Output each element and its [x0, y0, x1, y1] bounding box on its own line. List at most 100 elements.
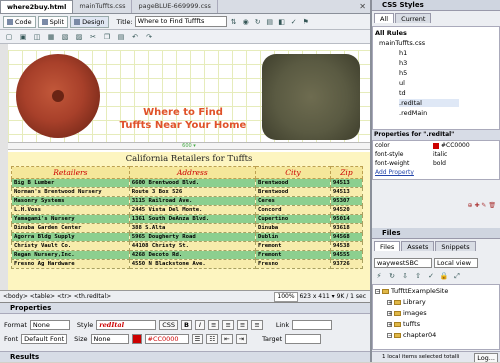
size-select[interactable]: None — [90, 334, 129, 344]
print-icon[interactable]: ▨ — [74, 32, 84, 42]
cell-city[interactable]: Concord — [254, 205, 331, 215]
cell-city[interactable]: Fresno — [254, 259, 331, 269]
table-width-indicator[interactable]: 600 ▾ — [8, 142, 370, 150]
tag-selector[interactable]: <body> <table> <tr> <th.redItal> — [3, 293, 111, 300]
cell-zip[interactable]: 94538 — [329, 241, 364, 251]
cell-city[interactable]: Brentwood — [254, 178, 331, 188]
cell-address[interactable]: 4268 Decoto Rd. — [128, 250, 256, 260]
green-square-pillow-image[interactable] — [262, 54, 360, 140]
tab-assets[interactable]: Assets — [401, 241, 435, 251]
red-round-pillow-image[interactable] — [16, 54, 100, 138]
color-swatch[interactable] — [131, 334, 142, 344]
cell-zip[interactable]: 94513 — [329, 178, 364, 188]
header-retailers[interactable]: Retailers — [11, 166, 130, 179]
page-headline[interactable]: Where to Find Tuffts Near Your Home — [108, 106, 258, 132]
justify-icon[interactable]: ≡ — [251, 320, 263, 330]
cell-address[interactable]: 2445 Vista Del Monte. — [128, 205, 256, 215]
align-right-icon[interactable]: ≡ — [236, 320, 249, 330]
zoom-select[interactable]: 100% — [274, 292, 298, 302]
table-title[interactable]: California Retailers for Tuffts — [8, 152, 370, 166]
doc-tab-pageblue[interactable]: pageBLUE-669999.css — [132, 0, 218, 13]
prop-fontweight-name[interactable]: font-weight — [375, 160, 409, 167]
doc-tab-maintuffts[interactable]: mainTuffts.css — [73, 0, 133, 13]
prop-fontstyle-value[interactable]: italic — [433, 151, 447, 158]
connect-icon[interactable]: ⚡ — [374, 271, 384, 281]
cell-zip[interactable]: 94513 — [329, 187, 364, 197]
css-styles-header[interactable]: CSS Styles — [372, 0, 500, 11]
link-input[interactable] — [292, 320, 333, 330]
cell-city[interactable]: Dinuba — [254, 223, 331, 233]
prop-color-value[interactable]: #CC0000 — [433, 142, 470, 149]
rule-h1[interactable]: h1 — [399, 49, 407, 57]
prop-color-name[interactable]: color — [375, 142, 390, 149]
ordered-list-icon[interactable]: ☷ — [206, 334, 219, 344]
results-panel-header[interactable]: Results — [0, 351, 370, 362]
cell-city[interactable]: Fremont — [254, 241, 331, 251]
rule-reditalic[interactable]: .redItal — [399, 99, 459, 107]
design-view[interactable]: Where to Find Tuffts Near Your Home 600 … — [0, 44, 370, 290]
refresh-icon[interactable]: ↻ — [253, 17, 263, 27]
style-select[interactable]: redItal — [96, 320, 157, 330]
cell-retailer[interactable]: Agorra Bldg Supply — [11, 232, 130, 242]
cell-zip[interactable]: 94520 — [329, 205, 364, 215]
get-files-icon[interactable]: ⇩ — [400, 271, 410, 281]
tree-item-images[interactable]: + images — [387, 309, 427, 317]
doc-tab-where2buy[interactable]: where2buy.html — [0, 0, 74, 13]
tab-current[interactable]: Current — [395, 13, 432, 23]
code-view-button[interactable]: Code — [3, 15, 36, 28]
paste-icon[interactable]: ▤ — [116, 32, 126, 42]
css-button[interactable]: CSS — [159, 320, 179, 330]
indent-icon[interactable]: ⇥ — [235, 334, 248, 344]
outdent-icon[interactable]: ⇤ — [221, 334, 233, 344]
cell-city[interactable]: Dublin — [254, 232, 331, 242]
log-button[interactable]: Log... — [474, 353, 498, 362]
cell-address[interactable]: 4550 N Blackstone Ave. — [128, 259, 256, 269]
bold-button[interactable]: B — [181, 320, 192, 330]
header-zip[interactable]: Zip — [329, 166, 364, 179]
cell-retailer[interactable]: Yamagami's Nursery — [11, 214, 130, 224]
expand-folder-icon[interactable]: + — [387, 321, 392, 327]
italic-button[interactable]: I — [195, 320, 205, 330]
format-select[interactable]: None — [29, 320, 70, 330]
cell-address[interactable]: 3115 Railroad Ave. — [128, 196, 256, 206]
cell-retailer[interactable]: Fresno Ag Hardware — [11, 259, 130, 269]
tree-item-tuffts[interactable]: + tuffts — [387, 320, 420, 328]
design-view-button[interactable]: Design — [70, 15, 109, 28]
edit-rule-icon[interactable]: ✎ — [481, 202, 486, 209]
cell-zip[interactable]: 94555 — [329, 250, 364, 260]
css-file-item[interactable]: mainTuffts.css — [379, 39, 425, 47]
color-input[interactable]: #CC0000 — [144, 334, 189, 344]
collapse-icon[interactable]: − — [375, 288, 380, 294]
cell-zip[interactable]: 95014 — [329, 214, 364, 224]
cut-icon[interactable]: ✂ — [88, 32, 98, 42]
cell-retailer[interactable]: Norman's Brentwood Nursery — [11, 187, 130, 197]
rule-ul[interactable]: ul — [399, 79, 405, 87]
tab-files[interactable]: Files — [374, 241, 401, 251]
cell-retailer[interactable]: Dinuba Garden Center — [11, 223, 130, 233]
cell-city[interactable]: Fremont — [254, 250, 331, 260]
attach-stylesheet-icon[interactable]: ⊕ — [468, 202, 473, 209]
expand-icon[interactable]: ⤢ — [452, 271, 462, 281]
cell-zip[interactable]: 95307 — [329, 196, 364, 206]
header-address[interactable]: Address — [128, 166, 256, 179]
target-select[interactable] — [285, 334, 322, 344]
cell-city[interactable]: Cupertino — [254, 214, 331, 224]
redo-icon[interactable]: ↷ — [144, 32, 154, 42]
tree-item-library[interactable]: + Library — [387, 298, 426, 306]
copy-icon[interactable]: ❐ — [102, 32, 112, 42]
tab-snippets[interactable]: Snippets — [435, 241, 476, 251]
preview-browser-icon[interactable]: ◉ — [241, 17, 251, 27]
close-icon[interactable]: ✕ — [359, 2, 366, 11]
validate-icon[interactable]: ✓ — [289, 17, 299, 27]
cell-retailer[interactable]: Regan Nursery,Inc. — [11, 250, 130, 260]
cell-retailer[interactable]: L.H.Voss — [11, 205, 130, 215]
font-select[interactable]: Default Font — [21, 334, 68, 344]
cell-retailer[interactable]: Masonry Systems — [11, 196, 130, 206]
files-header[interactable]: Files — [372, 228, 500, 239]
cell-address[interactable]: 388 S.Alta — [128, 223, 256, 233]
expand-folder-icon[interactable]: + — [387, 310, 392, 316]
put-files-icon[interactable]: ⇧ — [413, 271, 423, 281]
cell-address[interactable]: 44108 Christy St. — [128, 241, 256, 251]
checkin-icon[interactable]: 🔒 — [439, 271, 449, 281]
split-view-button[interactable]: Split — [37, 15, 69, 28]
